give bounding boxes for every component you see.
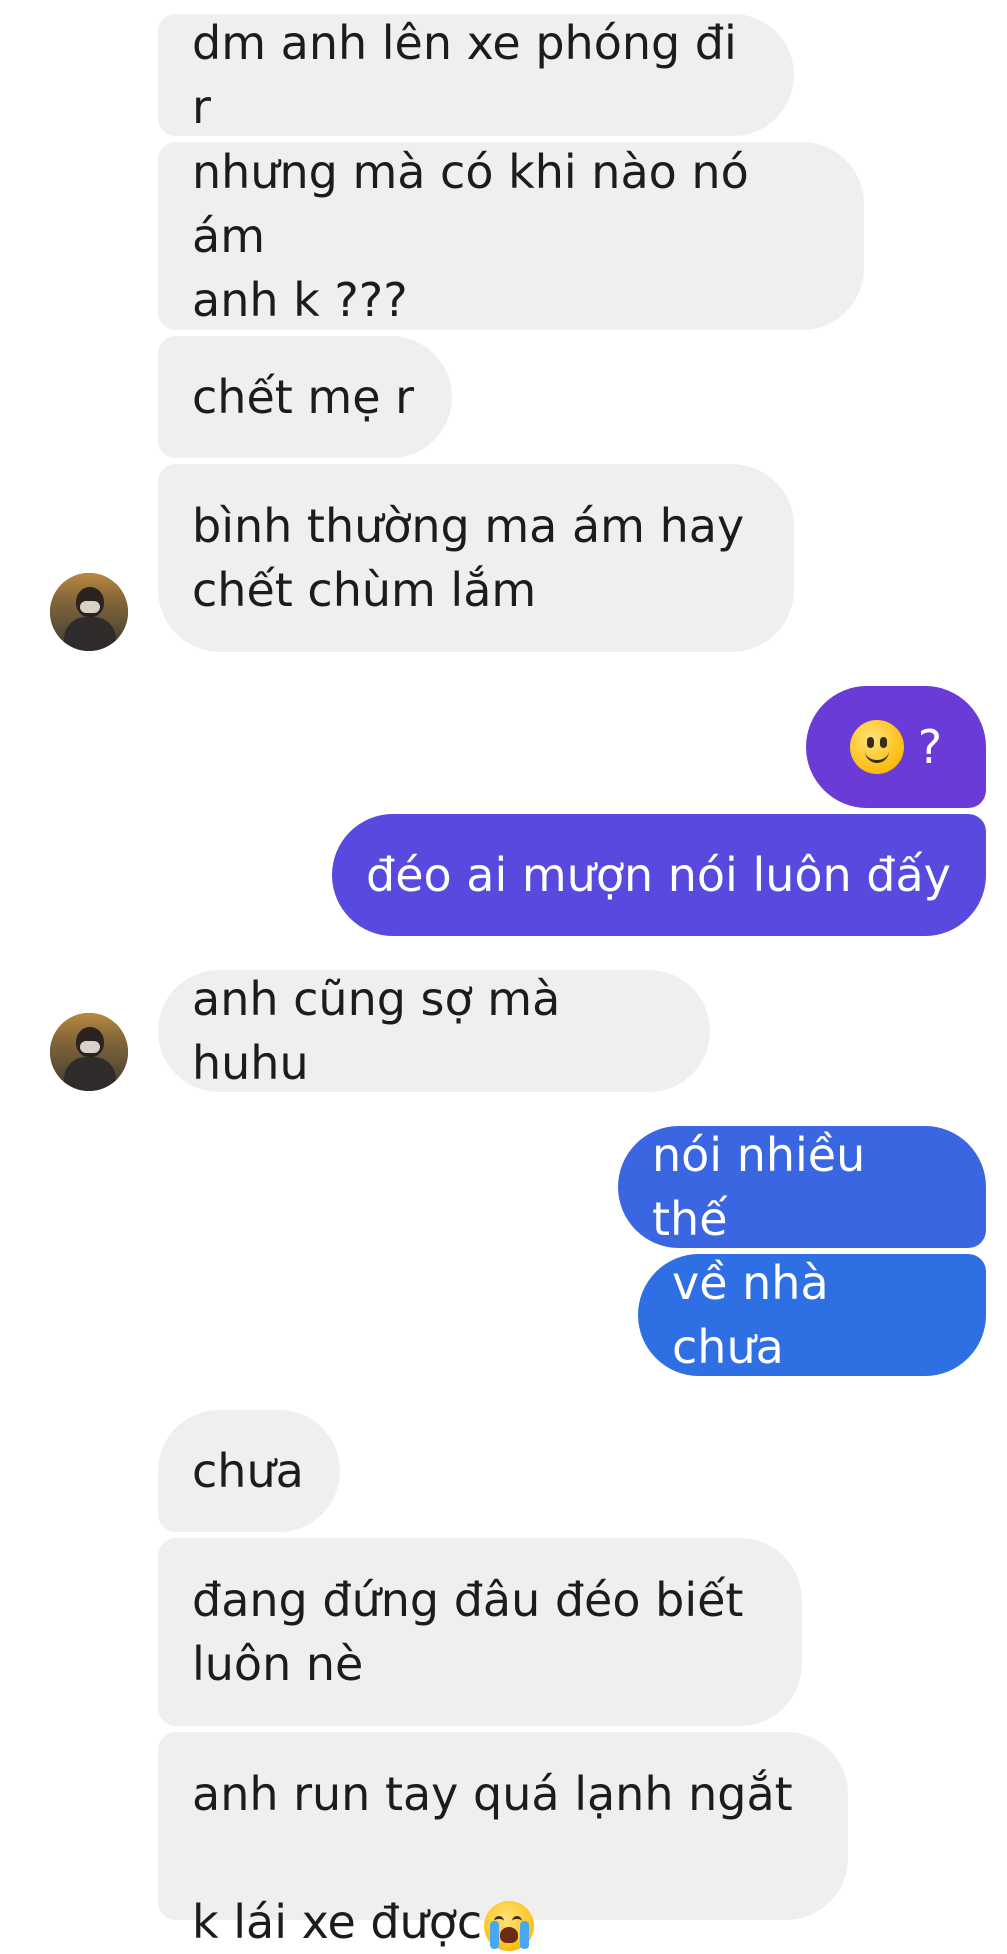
message-text: ? <box>917 720 943 774</box>
incoming-message[interactable]: nhưng mà có khi nào nó ám anh k ??? <box>158 142 864 330</box>
incoming-message[interactable]: dm anh lên xe phóng đi r <box>158 14 794 136</box>
message-text: dm anh lên xe phóng đi r <box>192 16 737 134</box>
outgoing-message[interactable]: ? <box>806 686 986 808</box>
slightly-smiling-face-icon <box>849 720 904 774</box>
message-line: anh run tay quá lạnh ngắt <box>192 1698 793 1826</box>
message-text: bình thường ma ám hay chết chùm lắm <box>192 499 745 617</box>
message-text: nói nhiều thế <box>652 1128 866 1246</box>
contact-avatar[interactable] <box>50 573 128 651</box>
outgoing-message[interactable]: đéo ai mượn nói luôn đấy <box>332 814 986 936</box>
incoming-message[interactable]: anh cũng sợ mà huhu <box>158 970 710 1092</box>
message-line: k lái xe được <box>192 1826 535 1954</box>
message-text: chưa <box>192 1444 304 1498</box>
message-text: k lái xe được <box>192 1895 483 1949</box>
incoming-message[interactable]: chết mẹ r <box>158 336 452 458</box>
message-text: chết mẹ r <box>192 370 415 424</box>
incoming-message[interactable]: anh run tay quá lạnh ngắt k lái xe được <box>158 1732 848 1951</box>
outgoing-message[interactable]: về nhà chưa <box>638 1254 986 1376</box>
message-text: đéo ai mượn nói luôn đấy <box>366 848 951 902</box>
message-text: nhưng mà có khi nào nó ám anh k ??? <box>192 145 749 327</box>
message-text: đang đứng đâu đéo biết luôn nè <box>192 1573 744 1691</box>
incoming-message[interactable]: bình thường ma ám hay chết chùm lắm <box>158 464 794 652</box>
chat-thread: dm anh lên xe phóng đi r nhưng mà có khi… <box>0 0 1007 1951</box>
outgoing-message[interactable]: nói nhiều thế <box>618 1126 986 1248</box>
message-text: anh run tay quá lạnh ngắt <box>192 1767 793 1821</box>
loudly-crying-face-icon <box>484 1900 535 1951</box>
contact-avatar[interactable] <box>50 1013 128 1091</box>
incoming-message[interactable]: chưa <box>158 1410 340 1532</box>
message-text: anh cũng sợ mà huhu <box>192 972 561 1090</box>
message-text: về nhà chưa <box>672 1256 829 1374</box>
